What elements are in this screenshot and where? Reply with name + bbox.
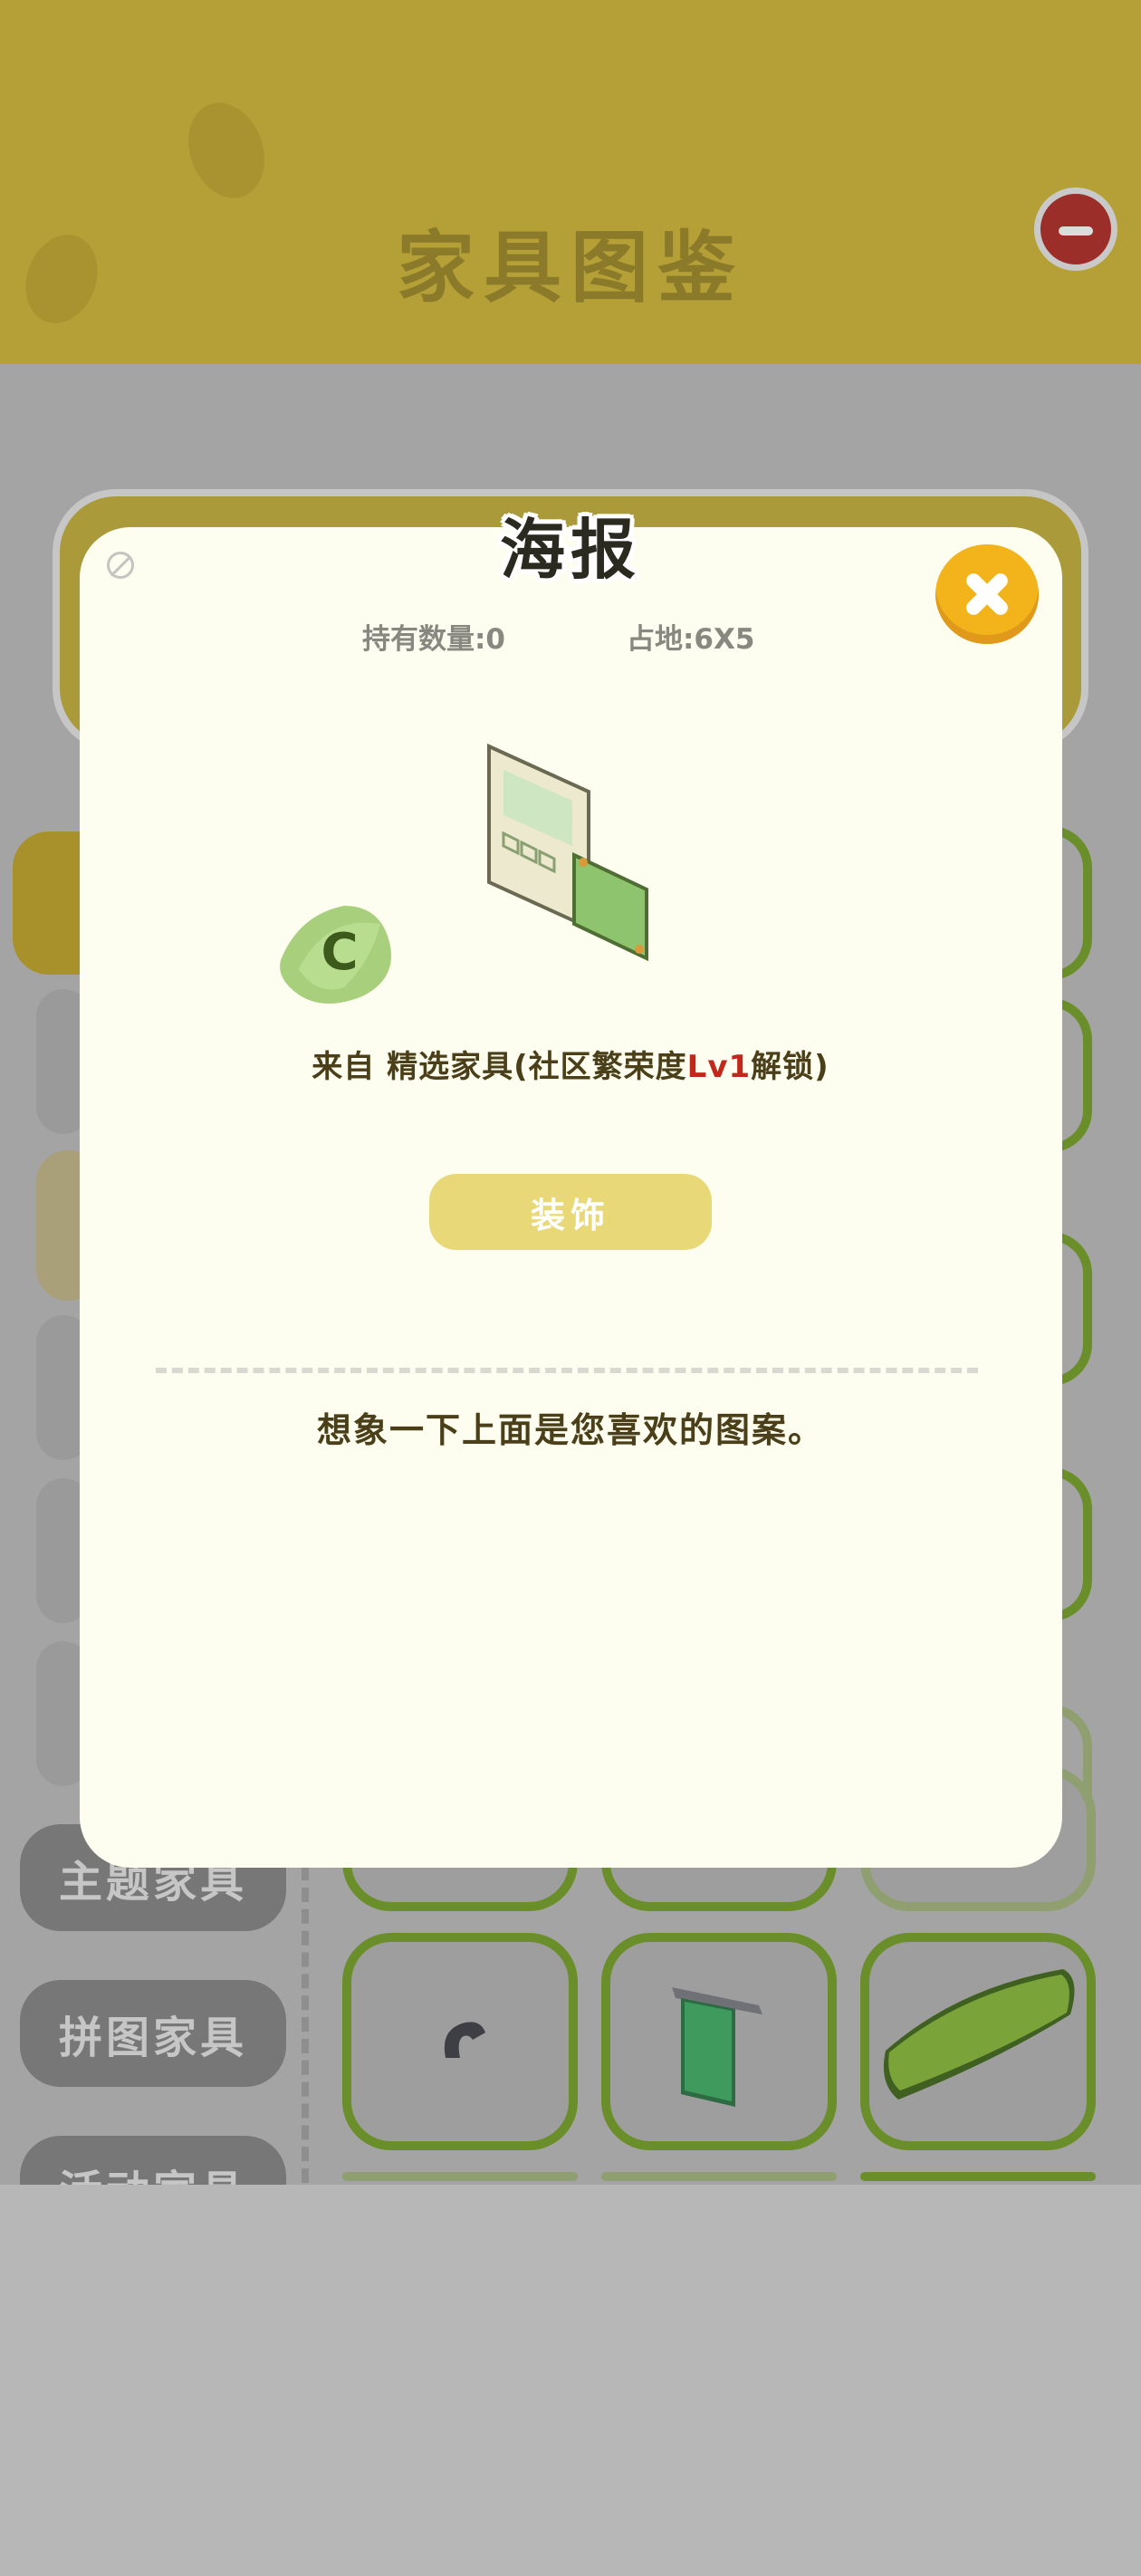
page-title: 家具图鉴: [397, 223, 744, 313]
sidebar-tab-label: 拼图家具: [58, 2013, 247, 2063]
page-header: 家具图鉴: [0, 0, 1141, 364]
cushion-icon: [883, 1969, 1075, 2100]
decorate-button[interactable]: 装饰: [429, 1174, 712, 1250]
decorate-button-label: 装饰: [530, 1195, 610, 1235]
source-prefix: 来自 精选家具(社区繁荣度: [312, 1049, 687, 1085]
sidebar-tab-puzzle[interactable]: 拼图家具: [20, 1980, 286, 2087]
source-suffix: 解锁): [751, 1049, 829, 1085]
sidebar-tab-event[interactable]: 活动家具: [20, 2136, 286, 2185]
minus-icon[interactable]: [1034, 187, 1117, 271]
bottom-area: [0, 2185, 1141, 2576]
hook-icon: [444, 2022, 485, 2058]
furniture-tile[interactable]: [601, 1933, 837, 2150]
furniture-tile[interactable]: [342, 1933, 578, 2150]
source-level: Lv1: [686, 1049, 752, 1085]
owned-count: 持有数量:0: [362, 623, 505, 656]
furniture-tile[interactable]: [601, 2172, 837, 2181]
furniture-tile[interactable]: [860, 2172, 1096, 2181]
furniture-tile[interactable]: [342, 2172, 578, 2181]
footprint-size: 占地:6X5: [627, 623, 755, 656]
rank-badge-icon: C: [280, 906, 391, 1004]
poster-icon: [487, 743, 648, 962]
towel-rack-icon: [672, 1987, 762, 2107]
furniture-tile[interactable]: [860, 1933, 1096, 2150]
sidebar-tab-label: 活动家具: [59, 2156, 247, 2185]
header-decoration: [175, 91, 278, 209]
modal-divider: [156, 1368, 978, 1373]
item-description: 想象一下上面是您喜欢的图案。: [316, 1410, 824, 1450]
rank-letter: C: [321, 923, 358, 982]
source-text: 来自 精选家具(社区繁荣度Lv1解锁): [0, 1042, 1141, 1086]
close-button[interactable]: [935, 544, 1039, 644]
